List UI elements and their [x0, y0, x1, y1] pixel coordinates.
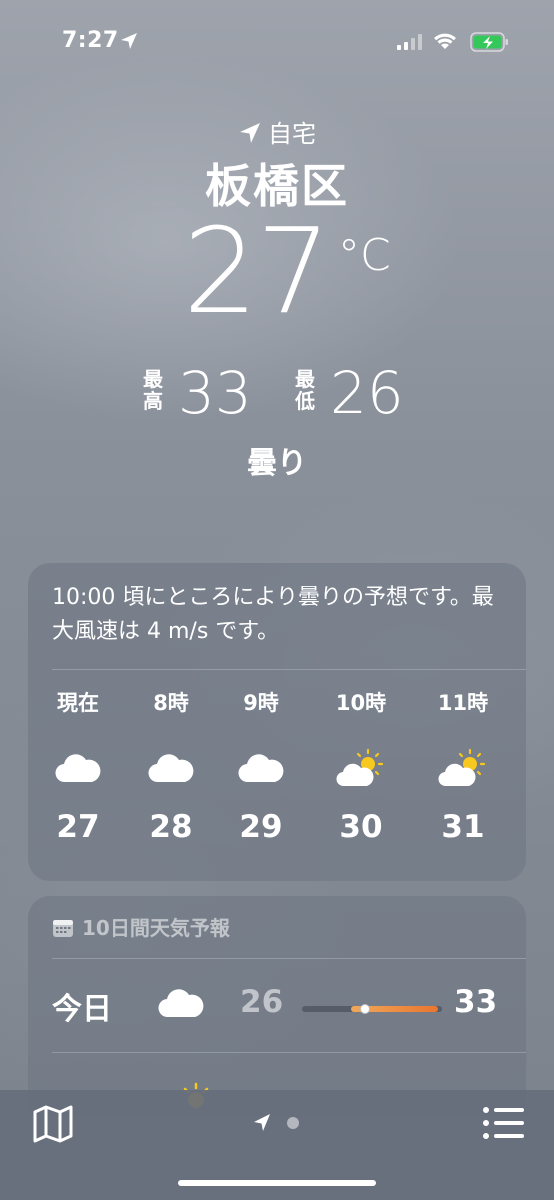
day-row[interactable]: 今日 26 33 — [28, 966, 526, 1046]
home-label: 自宅 — [268, 120, 316, 148]
hour-icon-wrap — [126, 733, 216, 803]
divider — [52, 669, 526, 670]
high-label: 最高 — [143, 367, 163, 413]
temperature-range-bar — [302, 1004, 442, 1014]
status-time: 7:27 — [62, 28, 119, 53]
ten-day-title: 10日間天気予報 — [82, 916, 230, 940]
current-temp-dot — [360, 1004, 370, 1014]
partly-sunny-icon — [336, 748, 384, 787]
home-indicator[interactable] — [178, 1180, 376, 1186]
hourly-summary: 10:00 頃にところにより曇りの予想です。最大風速は 4 m/s です。 — [52, 585, 494, 644]
cloud-icon — [238, 754, 284, 783]
high-low: 最高 33 最低 26 — [0, 358, 554, 428]
day-icon-wrap — [156, 986, 206, 1024]
partly-sunny-icon — [438, 748, 486, 787]
divider — [52, 1052, 526, 1053]
cellular-signal-icon — [397, 34, 422, 50]
low-label: 最低 — [295, 367, 315, 413]
hour-icon-wrap — [33, 733, 123, 803]
hour-label: 10時 — [335, 691, 387, 715]
hour-item: 10時 30 — [316, 687, 406, 845]
wifi-icon — [434, 33, 456, 49]
battery-charging-icon — [470, 32, 508, 52]
hour-item: 現在 27 — [33, 687, 123, 845]
hour-label: 11時 — [437, 691, 489, 715]
hour-temp: 30 — [339, 809, 383, 845]
cloud-icon — [148, 754, 194, 783]
ten-day-header: 10日間天気予報 — [52, 912, 230, 941]
hour-temp: 28 — [149, 809, 193, 845]
day-high: 33 — [454, 984, 498, 1020]
divider — [52, 958, 526, 959]
hour-item: 9時 29 — [216, 687, 306, 845]
hour-icon-wrap — [418, 733, 508, 803]
day-name: 今日 — [52, 992, 112, 1027]
hour-icon-wrap — [316, 733, 406, 803]
hour-temp: 27 — [56, 809, 100, 845]
ten-day-forecast-card[interactable]: 10日間天気予報 今日 26 33 — [28, 896, 526, 1116]
hour-label: 8時 — [153, 691, 189, 715]
high-value: 33 — [178, 359, 252, 427]
cloud-icon — [158, 989, 204, 1018]
condition-text: 曇り — [247, 446, 307, 481]
location-label: 自宅 — [0, 114, 554, 149]
cloud-icon — [55, 754, 101, 783]
hour-label: 現在 — [57, 691, 99, 715]
temperature-unit: °C — [338, 230, 391, 281]
hour-item: 11時 31 — [418, 687, 508, 845]
map-icon[interactable] — [32, 1104, 74, 1144]
hourly-forecast-card[interactable]: 10:00 頃にところにより曇りの予想です。最大風速は 4 m/s です。 現在… — [28, 563, 526, 881]
day-low: 26 — [240, 984, 284, 1020]
calendar-icon — [53, 920, 73, 937]
hour-temp: 29 — [239, 809, 283, 845]
list-icon[interactable] — [482, 1106, 524, 1140]
current-temperature: 27 °C — [0, 212, 554, 352]
hour-label: 9時 — [243, 691, 279, 715]
location-arrow-icon — [254, 1114, 299, 1131]
location-arrow-icon — [240, 123, 260, 143]
hour-temp: 31 — [441, 809, 485, 845]
status-bar: 7:27 — [0, 0, 554, 80]
bottom-toolbar — [0, 1090, 554, 1200]
page-indicator[interactable] — [252, 1112, 302, 1138]
hour-item: 8時 28 — [126, 687, 216, 845]
temperature-value: 27 — [183, 202, 331, 340]
location-arrow-icon — [121, 33, 137, 49]
low-value: 26 — [330, 359, 404, 427]
hour-icon-wrap — [216, 733, 306, 803]
